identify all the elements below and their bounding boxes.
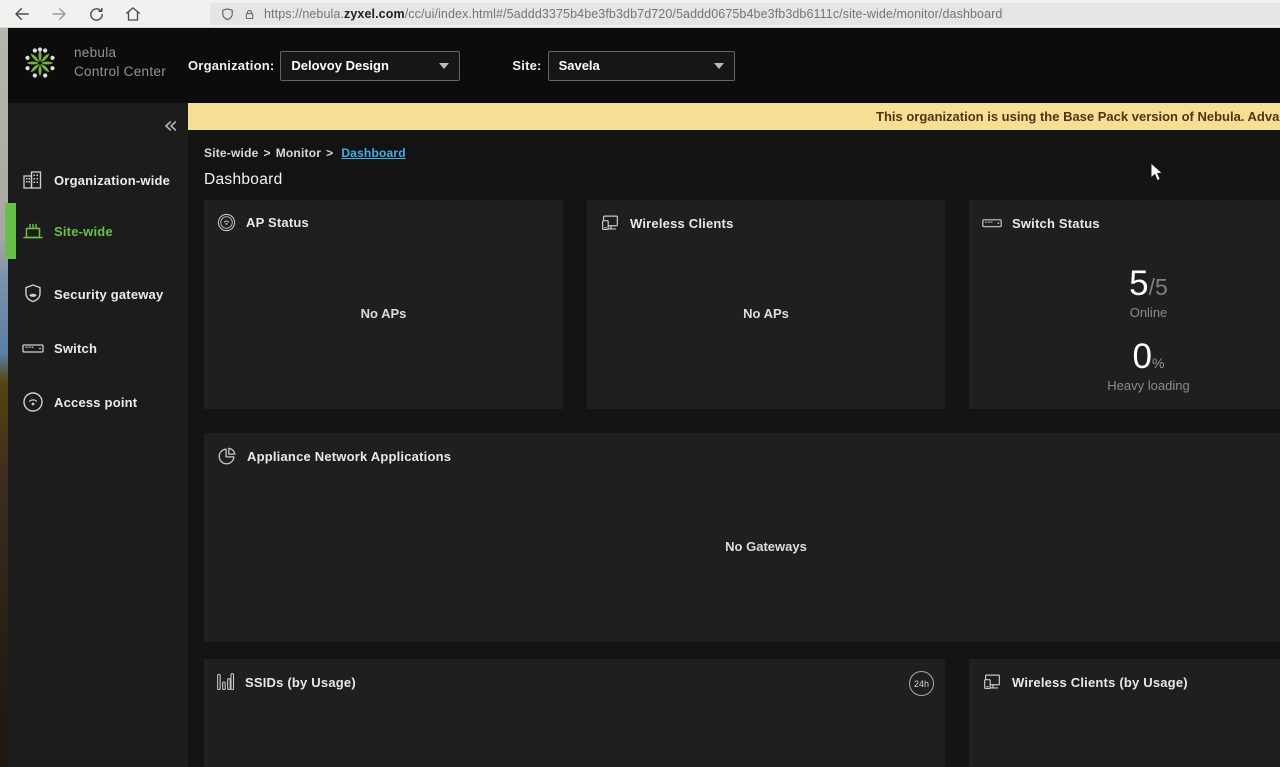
organization-dropdown[interactable]: Delovoy Design bbox=[280, 50, 461, 81]
sidebar: « Organization-wide Site-wide Security g… bbox=[5, 103, 188, 767]
wireless-clients-icon bbox=[984, 674, 1000, 690]
ssids-by-usage-card: SSIDs (by Usage) 24h bbox=[204, 659, 945, 767]
online-total: /5 bbox=[1148, 274, 1168, 300]
ap-status-icon bbox=[217, 213, 236, 232]
breadcrumb-dashboard-link[interactable]: Dashboard bbox=[341, 146, 405, 160]
switch-device-icon bbox=[22, 344, 44, 353]
loading-value: 0 bbox=[1132, 337, 1152, 376]
card-title: Appliance Network Applications bbox=[247, 448, 452, 464]
desktop-wallpaper-strip bbox=[0, 28, 8, 767]
loading-label: Heavy loading bbox=[1107, 378, 1190, 393]
site-dropdown[interactable]: Savela bbox=[547, 50, 735, 81]
license-banner: This organization is using the Base Pack… bbox=[188, 103, 1280, 130]
time-range-badge[interactable]: 24h bbox=[909, 671, 934, 696]
card-title: Wireless Clients (by Usage) bbox=[1012, 674, 1188, 690]
switch-online-stat: 5/5 Online bbox=[969, 264, 1280, 320]
bar-chart-icon bbox=[217, 673, 235, 691]
breadcrumb: Site-wide > Monitor > Dashboard bbox=[204, 146, 406, 160]
site-value: Savela bbox=[558, 58, 600, 73]
sidebar-item-access-point[interactable]: Access point bbox=[8, 385, 188, 419]
pie-chart-icon bbox=[218, 447, 236, 465]
tracking-shield-icon[interactable] bbox=[220, 7, 235, 22]
browser-home-button[interactable] bbox=[123, 4, 143, 24]
sidebar-collapse-button[interactable]: « bbox=[163, 113, 178, 137]
breadcrumb-site-wide: Site-wide bbox=[204, 146, 259, 160]
empty-state-text: No Gateways bbox=[725, 539, 807, 554]
sidebar-item-organization-wide[interactable]: Organization-wide bbox=[8, 163, 188, 197]
wireless-clients-by-usage-card: Wireless Clients (by Usage) bbox=[969, 659, 1280, 767]
organization-buildings-icon bbox=[23, 171, 42, 189]
brand-name: nebula Control Center bbox=[74, 45, 166, 79]
switch-status-icon bbox=[982, 219, 1002, 228]
loading-unit: % bbox=[1152, 355, 1165, 371]
appliance-network-applications-card: Appliance Network Applications No Gatewa… bbox=[204, 433, 1280, 642]
access-point-icon bbox=[23, 392, 43, 412]
nebula-logo-block: nebula Control Center bbox=[22, 44, 166, 82]
reload-icon bbox=[89, 7, 103, 21]
screen: https://nebula.zyxel.com/cc/ui/index.htm… bbox=[0, 0, 1280, 767]
browser-back-button[interactable] bbox=[12, 4, 32, 24]
chevron-down-icon bbox=[713, 62, 724, 69]
browser-reload-button[interactable] bbox=[86, 4, 106, 24]
breadcrumb-monitor: Monitor bbox=[275, 146, 322, 160]
lock-icon[interactable] bbox=[243, 7, 256, 22]
home-icon bbox=[125, 7, 141, 21]
sidebar-item-label: Access point bbox=[54, 394, 138, 410]
browser-toolbar: https://nebula.zyxel.com/cc/ui/index.htm… bbox=[0, 0, 1280, 28]
site-label: Site: bbox=[512, 58, 542, 73]
sidebar-item-label: Switch bbox=[54, 340, 98, 356]
browser-forward-button[interactable] bbox=[49, 4, 69, 24]
app-header: nebula Control Center Organization: Delo… bbox=[8, 28, 1280, 103]
address-bar[interactable]: https://nebula.zyxel.com/cc/ui/index.htm… bbox=[210, 3, 1280, 25]
shield-icon bbox=[25, 284, 41, 303]
forward-arrow-icon bbox=[52, 8, 66, 20]
switch-status-card: Switch Status 5/5 Online 0% Heavy loadin… bbox=[969, 200, 1280, 409]
back-arrow-icon bbox=[15, 8, 29, 20]
sidebar-item-label: Security gateway bbox=[54, 286, 164, 302]
online-label: Online bbox=[1129, 305, 1168, 320]
sidebar-item-label: Site-wide bbox=[54, 223, 113, 239]
online-count: 5 bbox=[1129, 264, 1149, 303]
chevron-down-icon bbox=[439, 62, 450, 69]
organization-value: Delovoy Design bbox=[291, 58, 389, 73]
sidebar-item-label: Organization-wide bbox=[54, 172, 171, 188]
card-title: AP Status bbox=[246, 215, 309, 230]
sidebar-item-security-gateway[interactable]: Security gateway bbox=[8, 277, 188, 311]
page-title: Dashboard bbox=[204, 171, 283, 188]
card-title: SSIDs (by Usage) bbox=[245, 674, 356, 690]
main-content: Site-wide > Monitor > Dashboard Dashboard AP… bbox=[188, 130, 1280, 767]
card-title: Wireless Clients bbox=[630, 215, 734, 231]
sidebar-item-switch[interactable]: Switch bbox=[8, 331, 188, 365]
license-banner-text: This organization is using the Base Pack… bbox=[876, 109, 1280, 124]
sidebar-item-site-wide[interactable]: Site-wide bbox=[8, 214, 188, 248]
switch-loading-stat: 0% Heavy loading bbox=[969, 337, 1280, 393]
wireless-clients-icon bbox=[602, 215, 618, 231]
nebula-logo-icon bbox=[24, 47, 56, 79]
ap-status-card: AP Status No APs bbox=[204, 200, 563, 409]
url-text: https://nebula.zyxel.com/cc/ui/index.htm… bbox=[264, 7, 1003, 21]
wireless-clients-card: Wireless Clients No APs bbox=[587, 200, 945, 409]
empty-state-text: No APs bbox=[743, 306, 789, 321]
organization-label: Organization: bbox=[188, 58, 275, 73]
site-building-icon bbox=[23, 223, 43, 239]
card-title: Switch Status bbox=[1012, 215, 1100, 231]
empty-state-text: No APs bbox=[360, 306, 407, 321]
